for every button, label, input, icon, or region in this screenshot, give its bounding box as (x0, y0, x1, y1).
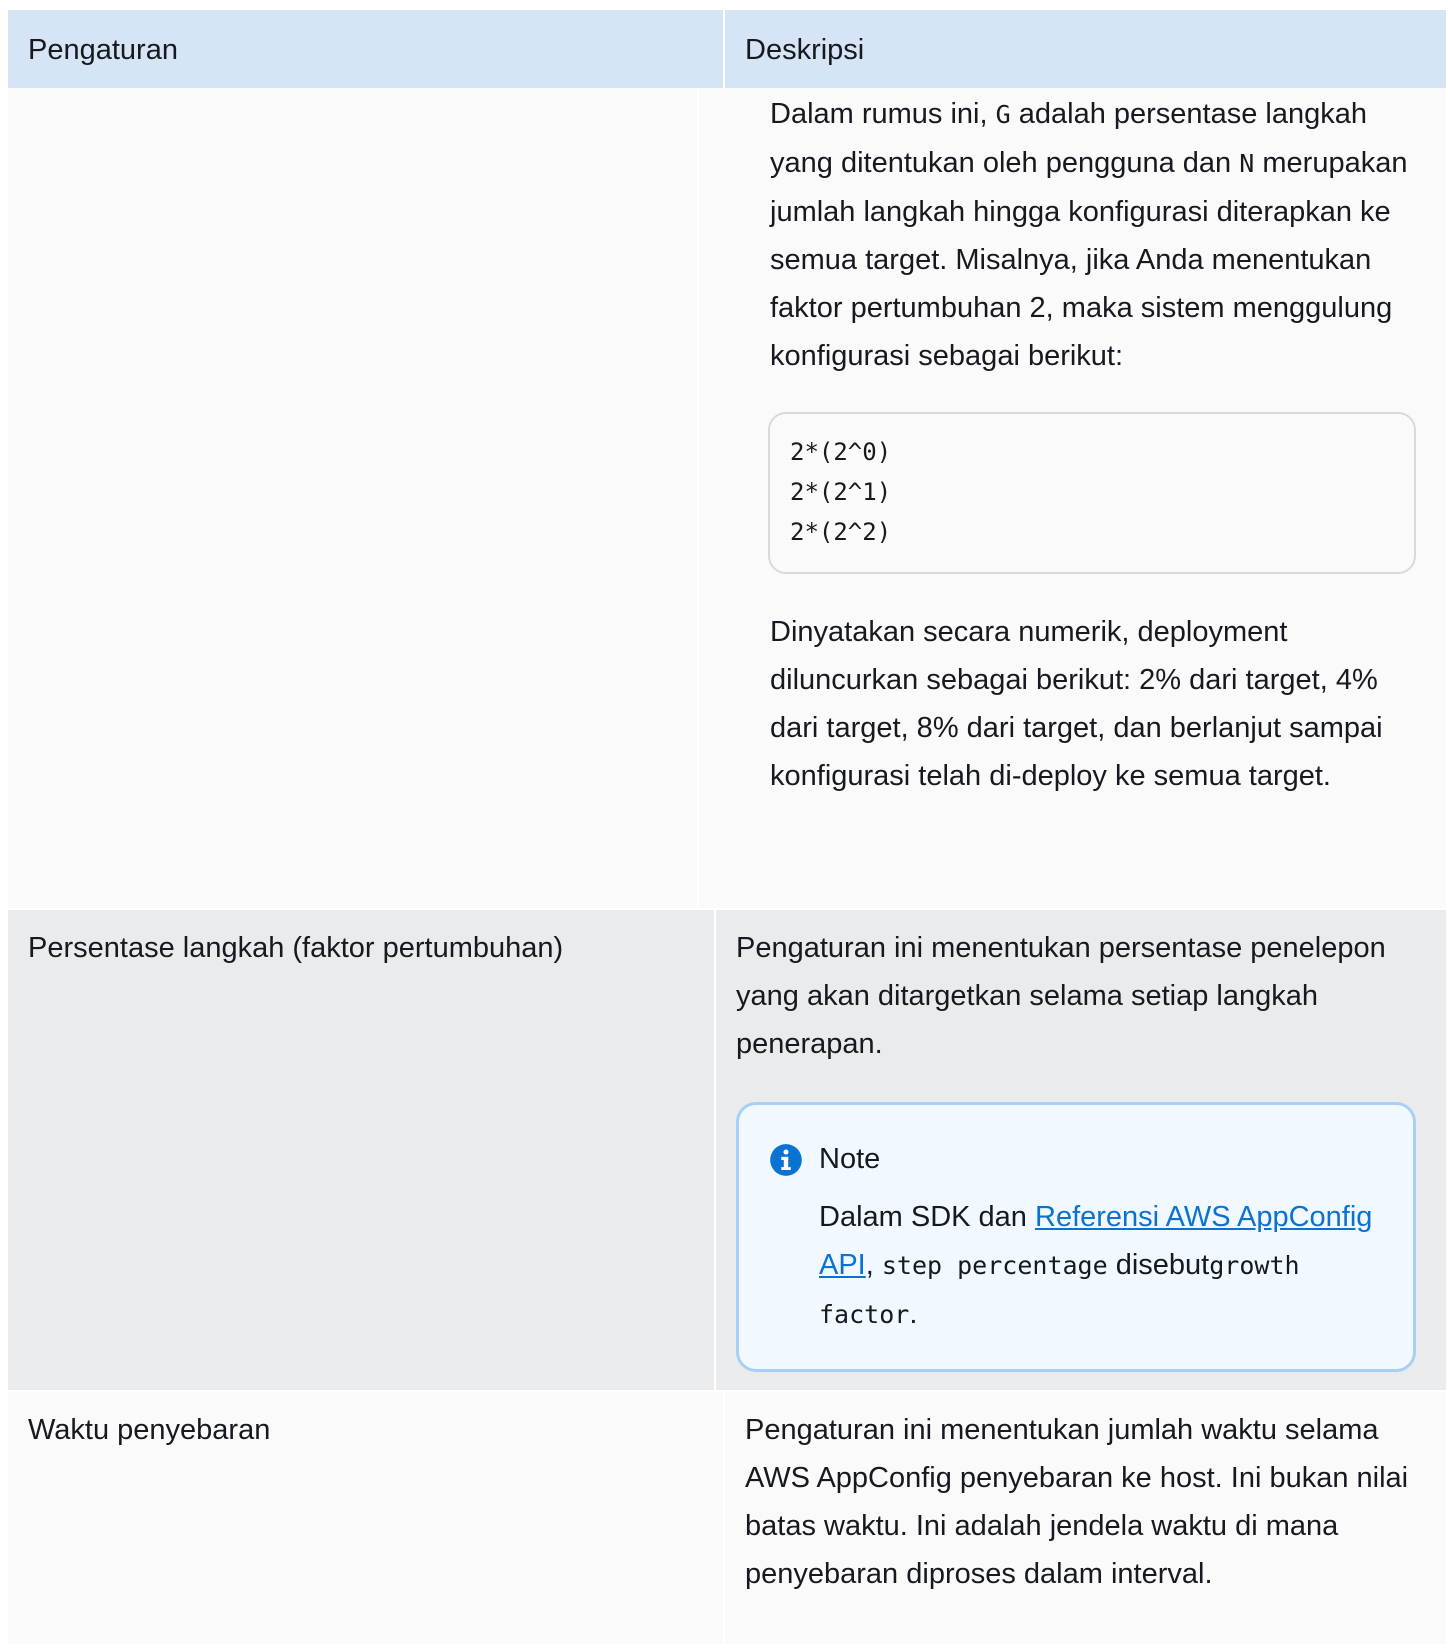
setting-cell (8, 88, 699, 908)
code-step-percentage: step percentage (881, 1251, 1108, 1280)
setting-cell: Persentase langkah (faktor pertumbuhan) (8, 910, 716, 1390)
code-g: G (995, 100, 1011, 129)
header-description-label: Deskripsi (745, 34, 865, 66)
table-row: Persentase langkah (faktor pertumbuhan) … (8, 908, 1446, 1390)
formula-explanation: Dalam rumus ini, G adalah persentase lan… (770, 90, 1416, 380)
note-title: Note (819, 1143, 881, 1175)
description-text: Pengaturan ini menentukan persentase pen… (736, 932, 1386, 1060)
setting-label: Persentase langkah (faktor pertumbuhan) (28, 932, 564, 964)
description-text: Pengaturan ini menentukan jumlah waktu s… (745, 1414, 1409, 1590)
table-row: Waktu penyebaran Pengaturan ini menentuk… (8, 1390, 1446, 1644)
description-cell: Dalam rumus ini, G adalah persentase lan… (699, 88, 1446, 908)
note-callout: Note Dalam SDK dan Referensi AWS AppConf… (736, 1102, 1416, 1372)
text: Dalam rumus ini, (770, 98, 996, 130)
description-cell: Pengaturan ini menentukan jumlah waktu s… (725, 1392, 1446, 1644)
setting-cell: Waktu penyebaran (8, 1392, 725, 1644)
note-body: Note Dalam SDK dan Referensi AWS AppConf… (819, 1135, 1393, 1339)
header-setting-label: Pengaturan (28, 34, 178, 66)
description-content: Pengaturan ini menentukan persentase pen… (716, 910, 1446, 1372)
numeric-explanation: Dinyatakan secara numerik, deployment di… (770, 616, 1383, 792)
info-circle-icon (770, 1144, 802, 1176)
code-block[interactable]: 2*(2^0) 2*(2^1) 2*(2^2) (768, 412, 1416, 574)
header-cell-setting: Pengaturan (8, 10, 725, 88)
text: merupakan jumlah langkah hingga konfigur… (770, 147, 1408, 372)
table-header: Pengaturan Deskripsi (8, 10, 1446, 88)
header-cell-description: Deskripsi (725, 10, 864, 88)
text: . (909, 1298, 918, 1330)
code-n: N (1239, 149, 1255, 178)
text: , (865, 1249, 882, 1281)
description-cell: Pengaturan ini menentukan persentase pen… (716, 910, 1446, 1390)
description-content: Dalam rumus ini, G adalah persentase lan… (699, 88, 1446, 800)
setting-label: Waktu penyebaran (28, 1414, 271, 1446)
note-text: Dalam SDK dan Referensi AWS AppConfig AP… (819, 1193, 1393, 1339)
settings-table: Pengaturan Deskripsi Dalam rumus ini, G … (8, 10, 1446, 1644)
text: Dalam SDK dan (819, 1201, 1035, 1233)
text: disebut (1107, 1249, 1210, 1281)
table-row: Dalam rumus ini, G adalah persentase lan… (8, 88, 1446, 908)
